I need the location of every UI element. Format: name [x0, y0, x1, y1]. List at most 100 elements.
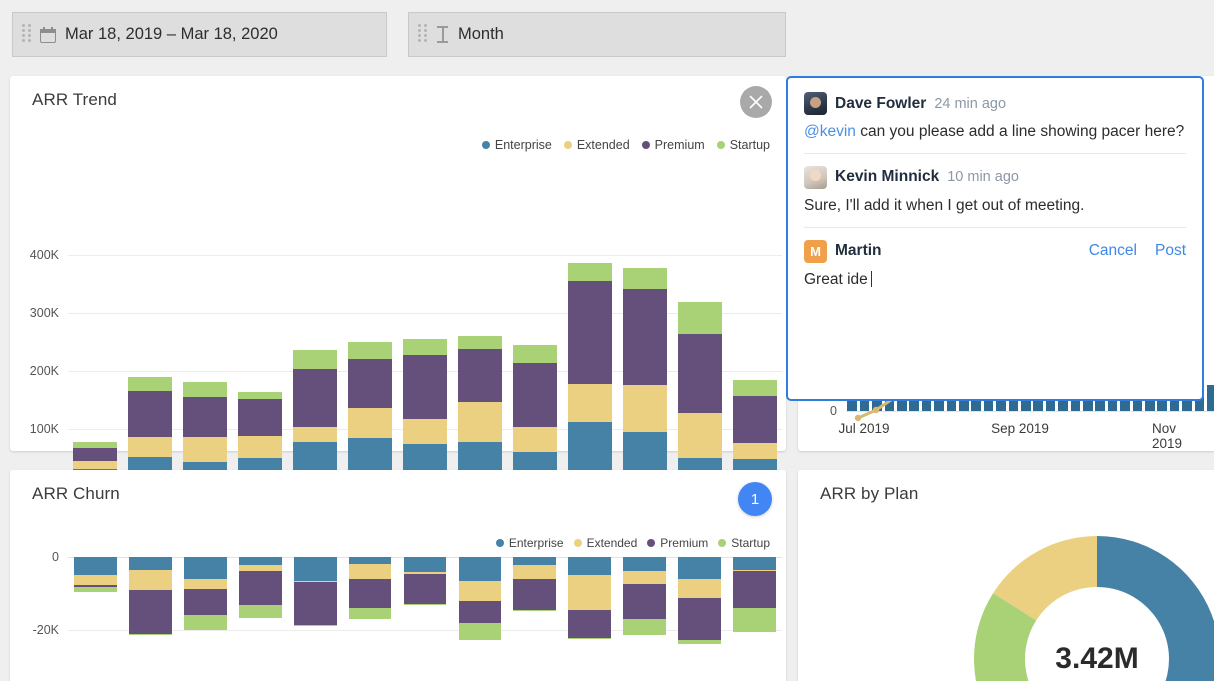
- bar-segment-premium: [623, 289, 667, 385]
- bar-segment-premium: [733, 396, 777, 443]
- comment-count-badge[interactable]: 1: [738, 482, 772, 516]
- bar-segment-enterprise: [733, 557, 776, 570]
- comment-text: Sure, I'll add it when I get out of meet…: [804, 196, 1186, 217]
- close-comments-button[interactable]: [740, 86, 772, 118]
- cancel-button[interactable]: Cancel: [1089, 242, 1137, 260]
- bar-segment-premium: [293, 369, 337, 427]
- comment-composer: M Martin Cancel Post Great ide: [804, 227, 1186, 301]
- composer-author: Martin: [835, 242, 882, 260]
- bar-segment-extended: [238, 436, 282, 458]
- bar-segment-startup: [733, 608, 776, 632]
- bar-segment-extended: [74, 575, 117, 585]
- bar-segment-startup: [513, 610, 556, 611]
- avatar-initial: M: [810, 244, 821, 259]
- bar-segment-premium: [623, 584, 666, 619]
- axis-baseline: [846, 411, 1214, 412]
- bar-segment-extended: [733, 443, 777, 459]
- gridline: [68, 630, 782, 631]
- y-axis-tick-label: -20K: [10, 623, 59, 637]
- drag-handle-icon[interactable]: [22, 24, 31, 46]
- bar-segment-premium: [403, 355, 447, 419]
- arr-trend-plot[interactable]: 0100K200K300K400KMar 2019Jun 2019Sep 201…: [10, 76, 786, 451]
- granularity-filter[interactable]: Month: [408, 12, 786, 57]
- bar-column[interactable]: [404, 557, 447, 605]
- bar-segment-startup: [404, 604, 447, 605]
- bar-segment-enterprise: [184, 557, 227, 579]
- bar-segment-extended: [184, 579, 227, 589]
- y-axis-tick-label: 0: [798, 404, 837, 418]
- bar-column[interactable]: [513, 345, 557, 487]
- bar-column[interactable]: [74, 557, 117, 592]
- bar-column[interactable]: [129, 557, 172, 635]
- bar-column[interactable]: [678, 302, 722, 487]
- bar-segment-premium: [568, 610, 611, 638]
- gridline: [68, 313, 782, 314]
- bar-segment-extended: [128, 437, 172, 457]
- bar-segment-startup: [623, 619, 666, 635]
- donut-center-value: 3.42M: [1055, 642, 1138, 676]
- bar-column[interactable]: [678, 557, 721, 644]
- arr-by-plan-card: ARR by Plan 3.42M: [798, 470, 1214, 681]
- bar-column[interactable]: [459, 557, 502, 640]
- bar-segment-enterprise: [568, 557, 611, 575]
- mention-link[interactable]: @kevin: [804, 123, 856, 140]
- comment-timestamp: 24 min ago: [934, 96, 1006, 112]
- bar-segment-extended: [678, 413, 722, 458]
- bar-column[interactable]: [623, 268, 667, 487]
- x-axis-tick-label: Jul 2019: [838, 421, 889, 436]
- bar-segment-premium: [513, 579, 556, 610]
- bar-column[interactable]: [294, 557, 337, 626]
- post-button[interactable]: Post: [1155, 242, 1186, 260]
- bar-segment-startup: [294, 625, 337, 626]
- granularity-label: Month: [458, 25, 504, 44]
- bar-segment-premium: [238, 399, 282, 436]
- bar-segment-enterprise: [404, 557, 447, 572]
- bar-segment-extended: [349, 564, 392, 579]
- arr-by-plan-title: ARR by Plan: [820, 484, 918, 504]
- bar-segment-extended: [458, 402, 502, 441]
- arr-by-plan-donut[interactable]: 3.42M: [974, 536, 1214, 681]
- y-axis-tick-label: 100K: [10, 422, 59, 436]
- composer-input[interactable]: Great ide: [804, 270, 1186, 291]
- bar-segment-premium: [568, 281, 612, 384]
- bar-segment-extended: [459, 581, 502, 601]
- bar-segment-enterprise: [349, 557, 392, 564]
- bar-column[interactable]: [293, 350, 337, 487]
- bar-segment-startup: [348, 342, 392, 359]
- bar-segment-extended: [568, 384, 612, 422]
- bar-segment-extended: [623, 385, 667, 431]
- bar-column[interactable]: [733, 557, 776, 632]
- bar-segment-premium: [458, 349, 502, 402]
- bar-column[interactable]: [568, 263, 612, 487]
- arr-churn-plot[interactable]: 0-20K: [10, 470, 786, 681]
- bar-segment-extended: [73, 461, 117, 469]
- kevin-minnick-avatar: [804, 166, 827, 189]
- comment-author: Dave Fowler: [835, 95, 926, 113]
- bar-segment-enterprise: [459, 557, 502, 581]
- bar-column[interactable]: [239, 557, 282, 618]
- bar-segment-premium: [73, 448, 117, 461]
- comment-header: Kevin Minnick 10 min ago: [804, 166, 1186, 189]
- comment-header: Dave Fowler 24 min ago: [804, 92, 1186, 115]
- composer-header: M Martin Cancel Post: [804, 240, 1186, 263]
- comment-item: Dave Fowler 24 min ago @kevin can you pl…: [804, 92, 1186, 153]
- bar-segment-startup: [128, 377, 172, 392]
- bar-column[interactable]: [403, 339, 447, 487]
- drag-handle-icon[interactable]: [418, 24, 427, 46]
- bar-segment-startup: [623, 268, 667, 289]
- bar-column[interactable]: [349, 557, 392, 619]
- bar-segment-extended: [293, 427, 337, 442]
- bar-column[interactable]: [623, 557, 666, 635]
- bar-column[interactable]: [348, 342, 392, 487]
- bar-column[interactable]: [513, 557, 556, 611]
- bar-column[interactable]: [184, 557, 227, 630]
- bar-segment-startup: [678, 302, 722, 334]
- gridline: [68, 255, 782, 256]
- bar-column[interactable]: [458, 336, 502, 487]
- date-range-filter[interactable]: Mar 18, 2019 – Mar 18, 2020: [12, 12, 387, 57]
- bar-segment-startup: [568, 638, 611, 639]
- bar-column[interactable]: [1207, 385, 1214, 411]
- close-icon: [749, 95, 763, 109]
- bar-column[interactable]: [568, 557, 611, 639]
- bar-segment-enterprise: [623, 557, 666, 571]
